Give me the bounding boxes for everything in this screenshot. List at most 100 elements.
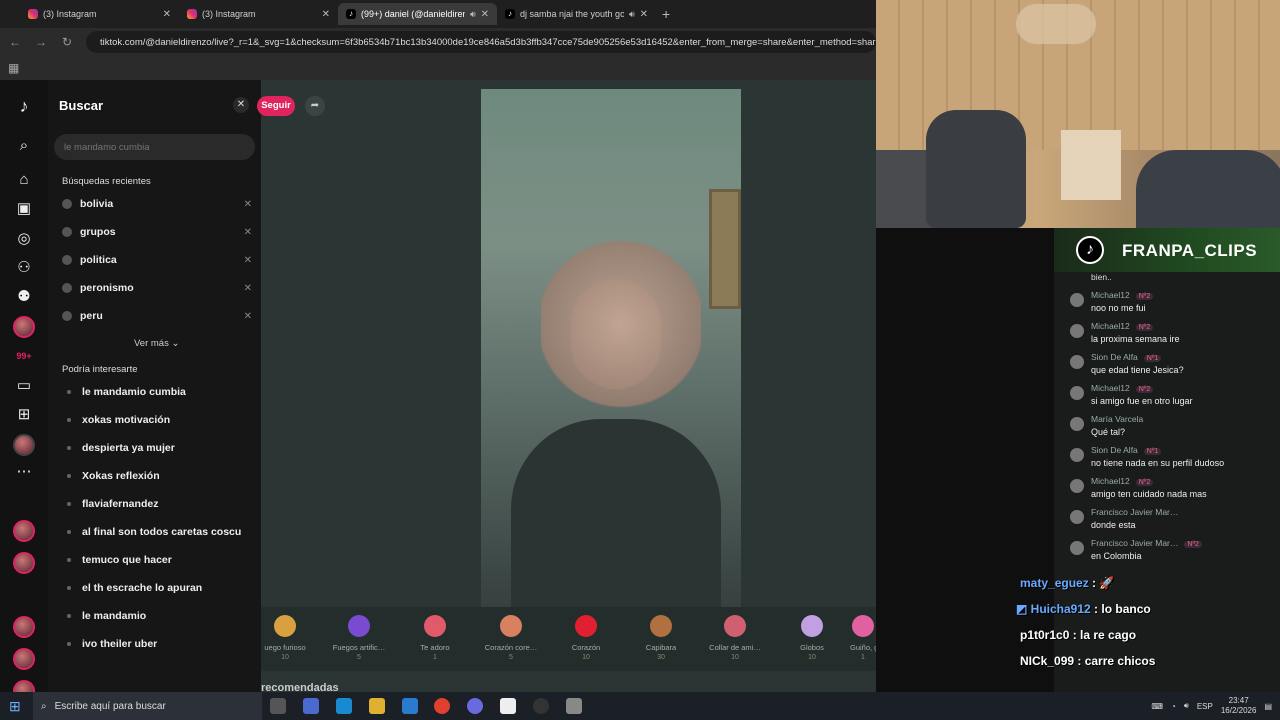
copilot-icon[interactable] <box>303 698 319 714</box>
gaming-chair <box>926 110 1026 228</box>
share-icon[interactable]: ➦ <box>305 96 325 116</box>
chat-header: ♪ FRANPA_CLIPS <box>1054 228 1280 272</box>
network-icon[interactable]: ◔ <box>1171 702 1176 711</box>
suggestion-item[interactable]: el th escrache lo apuran <box>62 580 252 596</box>
activity-icon[interactable]: 99+ <box>14 346 34 366</box>
close-tab-icon[interactable]: ✕ <box>481 9 489 20</box>
windows-start-icon[interactable]: ⊞ <box>9 698 21 715</box>
recent-search-item[interactable]: peru ✕ <box>62 308 252 324</box>
gift-item[interactable]: Collar de ami… 10 <box>697 615 773 661</box>
follow-button[interactable]: Seguir <box>257 96 295 116</box>
apps-grid-icon[interactable]: ▦ <box>8 61 19 75</box>
shop-icon[interactable]: ▣ <box>14 199 34 219</box>
recent-search-item[interactable]: peronismo ✕ <box>62 280 252 296</box>
recent-search-item[interactable]: grupos ✕ <box>62 224 252 240</box>
home-icon[interactable]: ⌂ <box>14 170 34 190</box>
keyboard-icon[interactable]: ⌨ <box>1151 702 1163 711</box>
clock-icon <box>62 199 72 209</box>
suggestion-item[interactable]: al final son todos caretas coscu <box>62 524 252 540</box>
close-tab-icon[interactable]: ✕ <box>640 9 648 20</box>
mail-icon[interactable] <box>402 698 418 714</box>
chrome-icon[interactable] <box>434 698 450 714</box>
obs-icon[interactable] <box>533 698 549 714</box>
gift-item[interactable]: Guiño, guiño1 <box>850 615 876 661</box>
recent-search-item[interactable]: bolivia ✕ <box>62 196 252 212</box>
recent-search-item[interactable]: politica ✕ <box>62 252 252 268</box>
reload-icon[interactable]: ↻ <box>60 35 74 49</box>
tab-instagram-1[interactable]: (3) Instagram ✕ <box>20 3 179 25</box>
upload-icon[interactable]: ⊞ <box>14 405 34 425</box>
see-more-button[interactable]: Ver más ⌄ <box>134 338 179 349</box>
suggestion-item[interactable]: le mandamio <box>62 608 252 624</box>
taskbar-search[interactable]: ⌕ Escribe aquí para buscar <box>33 692 262 720</box>
live-avatar[interactable] <box>13 616 35 638</box>
edge-icon[interactable] <box>336 698 352 714</box>
tab-title: (99+) daniel (@danieldirenz <box>361 9 465 19</box>
following-icon[interactable]: ⚇ <box>14 258 34 278</box>
profile-avatar[interactable] <box>13 434 35 456</box>
remove-icon[interactable]: ✕ <box>244 199 252 210</box>
gift-item[interactable]: Capibara 30 <box>623 615 699 661</box>
more-icon[interactable]: ⋯ <box>14 462 34 482</box>
suggestion-item[interactable]: temuco que hacer <box>62 552 252 568</box>
windows-taskbar: ⊞ ⌕ Escribe aquí para buscar ⌨ ◔ 🔊︎ ESP … <box>0 692 1280 720</box>
live-chat-overlay: ♪ FRANPA_CLIPS bien.. Michael12 Nº2 noo no… <box>1054 228 1280 692</box>
suggestion-item[interactable]: xokas motivación <box>62 412 252 428</box>
explore-icon[interactable]: ◎ <box>14 229 34 249</box>
search-icon[interactable]: ⌕ <box>14 136 34 156</box>
live-video[interactable] <box>481 89 741 607</box>
notification-icon[interactable]: ▤ <box>1264 702 1272 711</box>
remove-icon[interactable]: ✕ <box>244 255 252 266</box>
tab-instagram-2[interactable]: (3) Instagram ✕ <box>179 3 338 25</box>
remove-icon[interactable]: ✕ <box>244 227 252 238</box>
close-icon[interactable]: ✕ <box>233 97 249 113</box>
tiktok-page: ♪ ⌕ ⌂ ▣ ◎ ⚇ ⚉ 99+ ▭ ⊞ ⋯ Buscar ✕ Búsqued… <box>0 80 876 702</box>
back-icon[interactable]: ← <box>8 35 22 49</box>
gift-item[interactable]: Fuegos artific… 5 <box>321 615 397 661</box>
gift-item[interactable]: Te adoro 1 <box>397 615 473 661</box>
gift-item[interactable]: Corazón core… 5 <box>473 615 549 661</box>
forward-icon[interactable]: → <box>34 35 48 49</box>
close-tab-icon[interactable]: ✕ <box>322 9 330 20</box>
tab-tiktok-live[interactable]: ♪ (99+) daniel (@danieldirenz 🔊︎ ✕ <box>338 3 497 25</box>
suggestion-item[interactable]: le mandamio cumbia <box>62 384 252 400</box>
gift-icon <box>852 615 874 637</box>
gift-item[interactable]: uego furioso 10 <box>247 615 323 661</box>
discord-icon[interactable] <box>467 698 483 714</box>
suggestion-item[interactable]: despierta ya mujer <box>62 440 252 456</box>
remove-icon[interactable]: ✕ <box>244 283 252 294</box>
suggestion-item[interactable]: Xokas reflexión <box>62 468 252 484</box>
task-view-icon[interactable] <box>270 698 286 714</box>
app-icon[interactable] <box>566 698 582 714</box>
gift-item[interactable]: Corazón 10 <box>548 615 624 661</box>
remove-icon[interactable]: ✕ <box>244 311 252 322</box>
app-icon[interactable] <box>500 698 516 714</box>
pin-icon: ◩ <box>1016 602 1031 616</box>
chat-message: Michael12 Nº2 la proxima semana ire <box>1070 321 1276 349</box>
new-tab-button[interactable]: + <box>662 6 670 22</box>
clock[interactable]: 23:47 16/2/2026 <box>1221 696 1257 716</box>
volume-icon[interactable]: 🔊︎ <box>1184 701 1189 711</box>
url-field[interactable]: tiktok.com/@danieldirenzo/live?_r=1&_svg… <box>86 31 876 53</box>
search-input[interactable] <box>54 134 255 160</box>
tiktok-logo-icon[interactable]: ♪ <box>14 96 34 116</box>
live-avatar[interactable] <box>13 520 35 542</box>
live-avatar[interactable] <box>13 316 35 338</box>
close-tab-icon[interactable]: ✕ <box>163 9 171 20</box>
suggestion-item[interactable]: ivo theiler uber <box>62 636 252 652</box>
chat-message: Sion De Alfa Nº1 no tiene nada en su perfi… <box>1070 445 1276 473</box>
tab-tiktok-samba[interactable]: ♪ dj samba njai the youth go 🔊︎ ✕ <box>497 3 656 25</box>
friends-icon[interactable]: ⚉ <box>14 287 34 307</box>
suggestion-item[interactable]: flaviafernandez <box>62 496 252 512</box>
gift-item[interactable]: Globos 10 <box>774 615 850 661</box>
rank-badge: Nº2 <box>1135 479 1154 486</box>
chat-message: Sion De Alfa Nº1 que edad tiene Jesica? <box>1070 352 1276 380</box>
file-explorer-icon[interactable] <box>369 698 385 714</box>
live-avatar[interactable] <box>13 648 35 670</box>
speaker-icon[interactable]: 🔊︎ <box>470 9 476 20</box>
messages-icon[interactable]: ▭ <box>14 376 34 396</box>
shelf <box>1061 130 1121 200</box>
speaker-icon[interactable]: 🔊︎ <box>629 9 635 20</box>
language-indicator[interactable]: ESP <box>1197 702 1213 711</box>
live-avatar[interactable] <box>13 552 35 574</box>
